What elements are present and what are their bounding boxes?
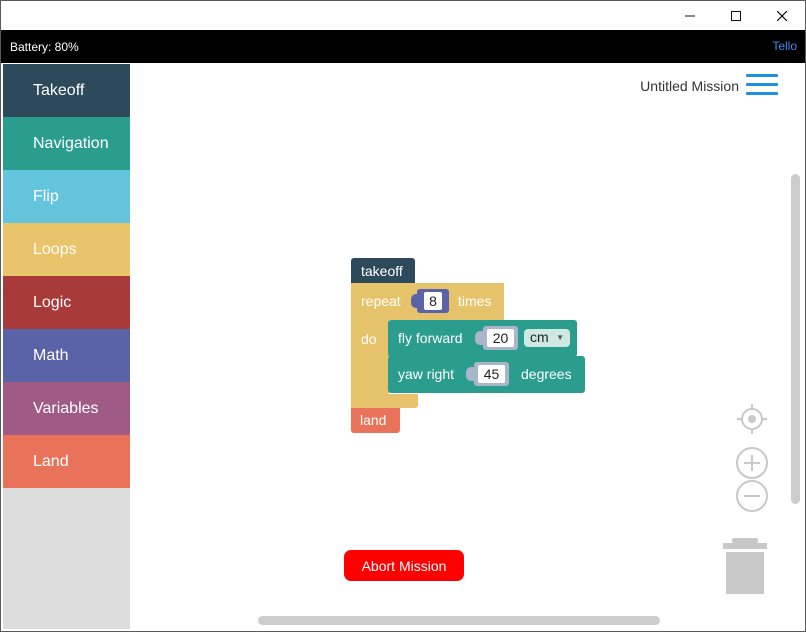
minimize-icon <box>685 15 695 16</box>
takeoff-block[interactable]: takeoff <box>351 258 415 284</box>
horizontal-scrollbar[interactable] <box>258 616 660 625</box>
maximize-icon <box>731 10 741 21</box>
fly-forward-label: fly forward <box>398 330 463 346</box>
fly-forward-block[interactable]: fly forward 20 cm ▼ <box>388 320 577 357</box>
repeat-count-value[interactable]: 8 <box>424 292 442 310</box>
zoom-out-button[interactable] <box>735 479 769 513</box>
mission-title[interactable]: Untitled Mission <box>640 78 739 94</box>
dropdown-caret-icon: ▼ <box>556 333 564 342</box>
category-loops[interactable]: Loops <box>3 223 130 276</box>
category-variables[interactable]: Variables <box>3 382 130 435</box>
category-takeoff[interactable]: Takeoff <box>3 64 130 117</box>
fly-distance-block[interactable]: 20 <box>483 326 518 350</box>
drone-name: Tello <box>772 39 797 53</box>
block-category-sidebar: Takeoff Navigation Flip Loops Logic Math… <box>3 64 130 629</box>
category-navigation[interactable]: Navigation <box>3 117 130 170</box>
distance-unit-value: cm <box>530 329 549 345</box>
zoom-in-icon <box>736 447 768 479</box>
minimize-button[interactable] <box>667 1 713 30</box>
category-land[interactable]: Land <box>3 435 130 488</box>
status-bar: Battery: 80% Tello <box>1 30 805 63</box>
yaw-angle-block[interactable]: 45 <box>474 362 509 386</box>
fly-distance-value[interactable]: 20 <box>487 329 514 347</box>
category-label: Math <box>33 346 69 364</box>
vertical-scrollbar[interactable] <box>791 174 800 504</box>
yaw-right-block[interactable]: yaw right 45 degrees <box>388 356 585 393</box>
category-label: Flip <box>33 187 59 205</box>
category-label: Loops <box>33 240 77 258</box>
category-label: Land <box>33 452 69 470</box>
category-label: Logic <box>33 293 72 311</box>
category-math[interactable]: Math <box>3 329 130 382</box>
category-flip[interactable]: Flip <box>3 170 130 223</box>
close-icon <box>777 10 787 21</box>
trash-icon <box>723 538 767 594</box>
category-label: Variables <box>33 399 99 417</box>
do-label: do <box>361 331 377 347</box>
land-block-label: land <box>360 412 387 428</box>
degrees-label: degrees <box>521 366 572 382</box>
recenter-icon <box>737 404 767 434</box>
repeat-block[interactable]: repeat 8 times <box>351 283 504 320</box>
maximize-button[interactable] <box>713 1 759 30</box>
yaw-right-label: yaw right <box>398 366 455 382</box>
yaw-angle-value[interactable]: 45 <box>478 365 505 383</box>
abort-mission-button[interactable]: Abort Mission <box>344 550 464 581</box>
close-button[interactable] <box>759 1 805 30</box>
category-label: Takeoff <box>33 81 85 99</box>
battery-status: Battery: 80% <box>10 40 79 54</box>
repeat-label: repeat <box>361 293 401 309</box>
distance-unit-dropdown[interactable]: cm ▼ <box>524 329 570 347</box>
app-window: Battery: 80% Tello Takeoff Navigation Fl… <box>0 0 806 632</box>
category-label: Navigation <box>33 134 109 152</box>
category-logic[interactable]: Logic <box>3 276 130 329</box>
repeat-count-block[interactable]: 8 <box>417 289 449 313</box>
hamburger-menu-icon[interactable] <box>746 74 780 98</box>
block-workspace[interactable]: Untitled Mission takeoff repeat 8 times … <box>130 64 805 629</box>
zoom-in-button[interactable] <box>735 446 769 480</box>
land-block[interactable]: land <box>351 408 400 433</box>
trash-can[interactable] <box>723 538 769 596</box>
takeoff-block-label: takeoff <box>361 263 403 279</box>
zoom-out-icon <box>736 480 768 512</box>
repeat-block-footer <box>351 394 418 408</box>
recenter-button[interactable] <box>735 402 769 436</box>
title-bar <box>1 1 805 30</box>
times-label: times <box>458 293 492 309</box>
